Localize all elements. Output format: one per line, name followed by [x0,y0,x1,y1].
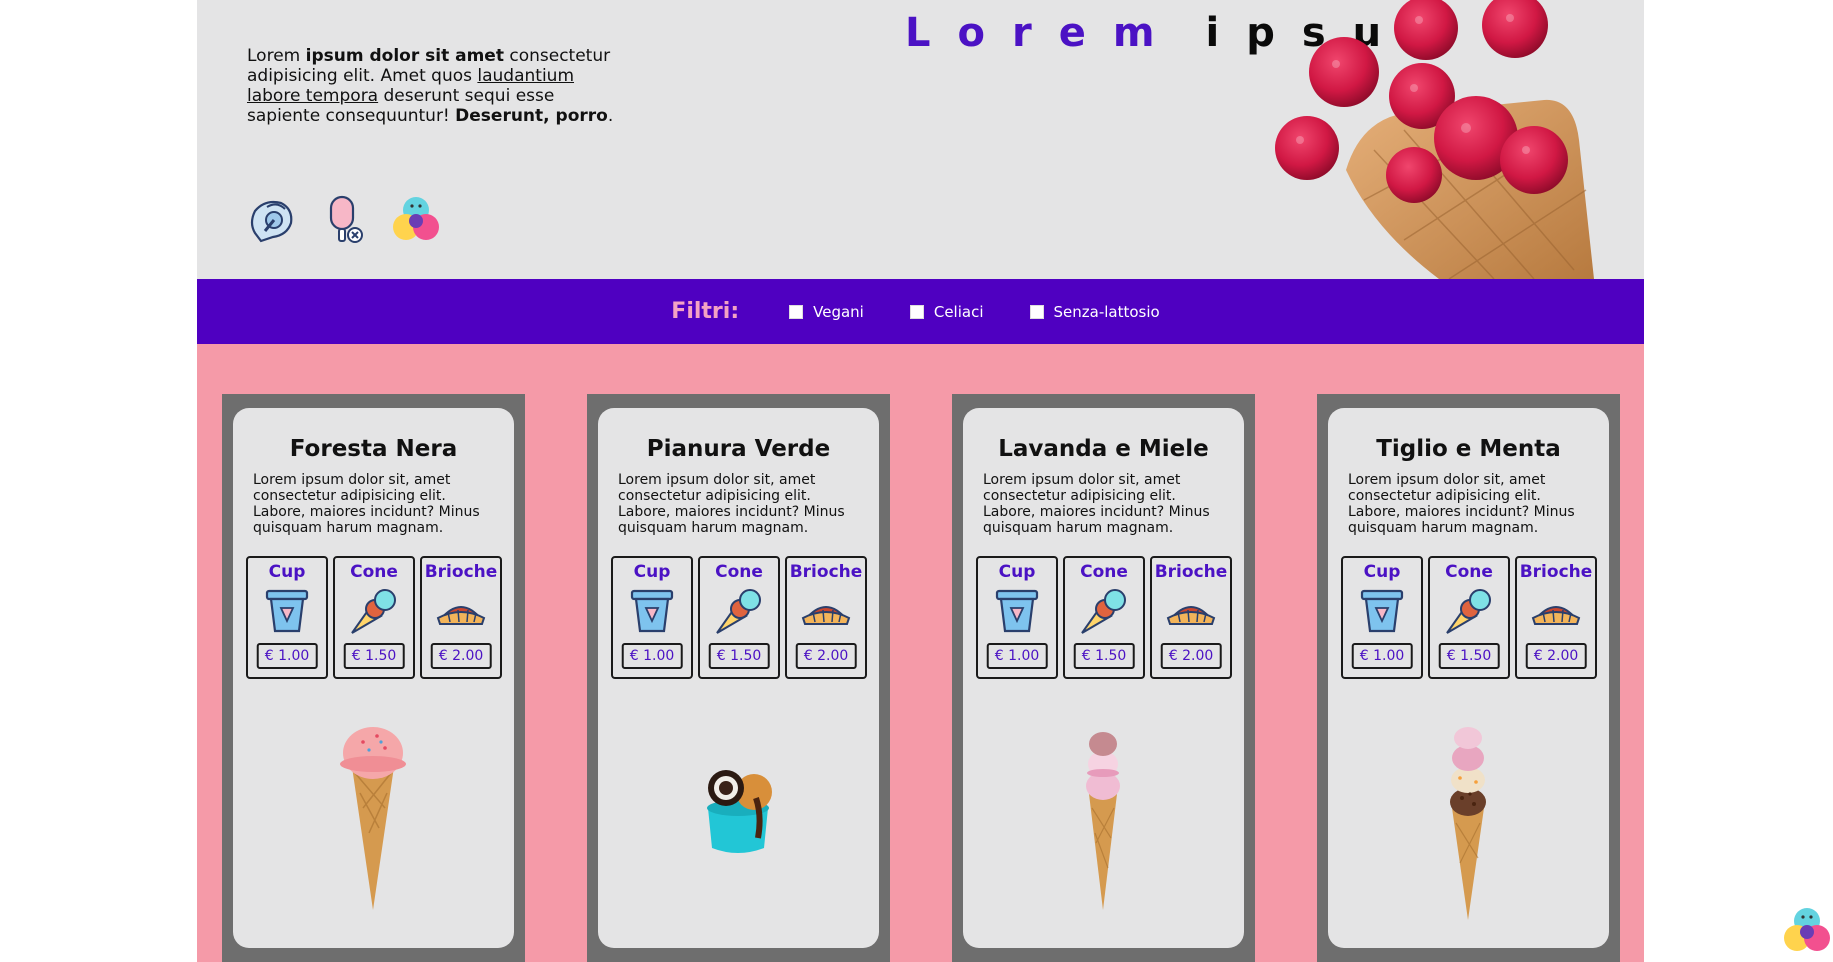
option-price: € 2.00 [430,643,492,669]
hero-header: Lorem ipsum dolor sit amet consectetur a… [197,0,1644,279]
flavor-card-frame: Foresta Nera Lorem ipsum dolor sit, amet… [222,394,525,962]
brioche-icon [436,606,486,625]
intro-text-part: Lorem [247,46,306,66]
option-cup[interactable]: Cup € 1.00 [611,556,693,679]
option-name: Cone [350,562,398,582]
cone-icon [351,589,396,634]
flavor-card-frame: Pianura Verde Lorem ipsum dolor sit, ame… [587,394,890,962]
option-name: Cup [998,562,1036,582]
card-description: Lorem ipsum dolor sit, amet consectetur … [983,472,1210,536]
option-name: Brioche [424,562,498,582]
filter-vegani-label: Vegani [813,302,864,321]
card-description: Lorem ipsum dolor sit, amet consectetur … [618,472,845,536]
card-title: Tiglio e Menta [1376,436,1561,462]
option-cup[interactable]: Cup € 1.00 [976,556,1058,679]
ice-cream-cup-with-cookie-image [707,770,772,853]
option-name: Brioche [1154,562,1228,582]
cup-icon [265,589,309,633]
option-price: € 1.50 [1438,643,1500,669]
serving-options: Cup € 1.00 Cone € 1.50 Brioche € 2.00 [611,556,867,679]
cup-icon [1360,589,1404,633]
option-cup[interactable]: Cup € 1.00 [246,556,328,679]
flavor-cards: Foresta Nera Lorem ipsum dolor sit, amet… [197,394,1644,962]
option-name: Cup [633,562,671,582]
intro-text: Lorem ipsum dolor sit amet consectetur a… [247,46,627,126]
option-price: € 1.00 [1351,643,1413,669]
feature-icons [247,193,441,245]
option-price: € 1.00 [621,643,683,669]
filter-celiaci-label: Celiaci [933,302,984,321]
card-title: Lavanda e Miele [998,436,1209,462]
flavor-card-frame: Lavanda e Miele Lorem ipsum dolor sit, a… [952,394,1255,962]
ice-cream-chat-icon[interactable] [247,193,297,245]
filter-vegani[interactable]: Vegani [789,303,864,321]
intro-text-part: . [607,106,614,126]
card-title: Pianura Verde [646,436,831,462]
filter-vegani-checkbox[interactable] [789,304,804,319]
intro-bold: Deserunt, porro [455,106,608,126]
option-price: € 2.00 [1160,643,1222,669]
option-cone[interactable]: Cone € 1.50 [1063,556,1145,679]
intro-bold: ipsum dolor sit amet [305,46,504,66]
option-cone[interactable]: Cone € 1.50 [333,556,415,679]
filter-title: Filtri: [671,299,740,324]
flavor-card-frame: Tiglio e Menta Lorem ipsum dolor sit, am… [1317,394,1620,962]
raspberry-cone-image [1275,0,1594,279]
filter-celiaci[interactable]: Celiaci [909,302,984,321]
option-name: Cone [715,562,763,582]
option-brioche[interactable]: Brioche € 2.00 [420,556,502,679]
option-cone[interactable]: Cone € 1.50 [1428,556,1510,679]
filter-celiaci-checkbox[interactable] [909,304,924,319]
ice-cream-scoops-icon[interactable] [391,193,441,245]
option-brioche[interactable]: Brioche € 2.00 [1515,556,1597,679]
filter-senza-lattosio-checkbox[interactable] [1029,304,1044,319]
filter-bar: Filtri: Vegani Celiaci Senza-lattosio [197,279,1644,344]
serving-options: Cup € 1.00 Cone € 1.50 Brioche € 2.00 [976,556,1232,679]
option-brioche[interactable]: Brioche € 2.00 [785,556,867,679]
cone-icon [716,589,761,634]
option-name: Cone [1445,562,1493,582]
flavor-card: Tiglio e Menta Lorem ipsum dolor sit, am… [1328,408,1609,948]
flavor-card: Lavanda e Miele Lorem ipsum dolor sit, a… [963,408,1244,948]
option-price: € 2.00 [795,643,857,669]
ice-cream-scoops-badge-icon[interactable] [1782,904,1832,956]
option-price: € 1.00 [256,643,318,669]
pink-ice-cream-cone-image [340,727,406,910]
serving-options: Cup € 1.00 Cone € 1.50 Brioche € 2.00 [246,556,502,679]
hero-title-word-1: Lorem [905,10,1182,56]
option-cup[interactable]: Cup € 1.00 [1341,556,1423,679]
filter-senza-lattosio-label: Senza-lattosio [1053,302,1160,321]
flavor-card: Pianura Verde Lorem ipsum dolor sit, ame… [598,408,879,948]
option-name: Cup [268,562,306,582]
option-price: € 2.00 [1525,643,1587,669]
option-brioche[interactable]: Brioche € 2.00 [1150,556,1232,679]
option-name: Cone [1080,562,1128,582]
cup-icon [995,589,1039,633]
option-cone[interactable]: Cone € 1.50 [698,556,780,679]
serving-options: Cup € 1.00 Cone € 1.50 Brioche € 2.00 [1341,556,1597,679]
brioche-icon [1531,606,1581,625]
brioche-icon [1166,606,1216,625]
flavor-card: Foresta Nera Lorem ipsum dolor sit, amet… [233,408,514,948]
page: Lorem ipsum dolor sit amet consectetur a… [197,0,1644,962]
option-price: € 1.50 [1073,643,1135,669]
card-description: Lorem ipsum dolor sit, amet consectetur … [253,472,480,536]
option-price: € 1.50 [343,643,405,669]
card-description: Lorem ipsum dolor sit, amet consectetur … [1348,472,1575,536]
popsicle-icon[interactable] [319,193,369,245]
cone-icon [1081,589,1126,634]
cup-icon [630,589,674,633]
filters-inner: Filtri: Vegani Celiaci Senza-lattosio [671,299,1159,324]
brioche-icon [801,606,851,625]
stacked-ice-cream-cone-image [1086,732,1120,910]
cone-icon [1446,589,1491,634]
card-title: Foresta Nera [289,436,458,462]
filter-senza-lattosio[interactable]: Senza-lattosio [1029,302,1160,321]
option-price: € 1.50 [708,643,770,669]
option-name: Cup [1363,562,1401,582]
option-name: Brioche [1519,562,1593,582]
option-name: Brioche [789,562,863,582]
option-price: € 1.00 [986,643,1048,669]
tall-scoops-ice-cream-cone-image [1450,727,1486,920]
